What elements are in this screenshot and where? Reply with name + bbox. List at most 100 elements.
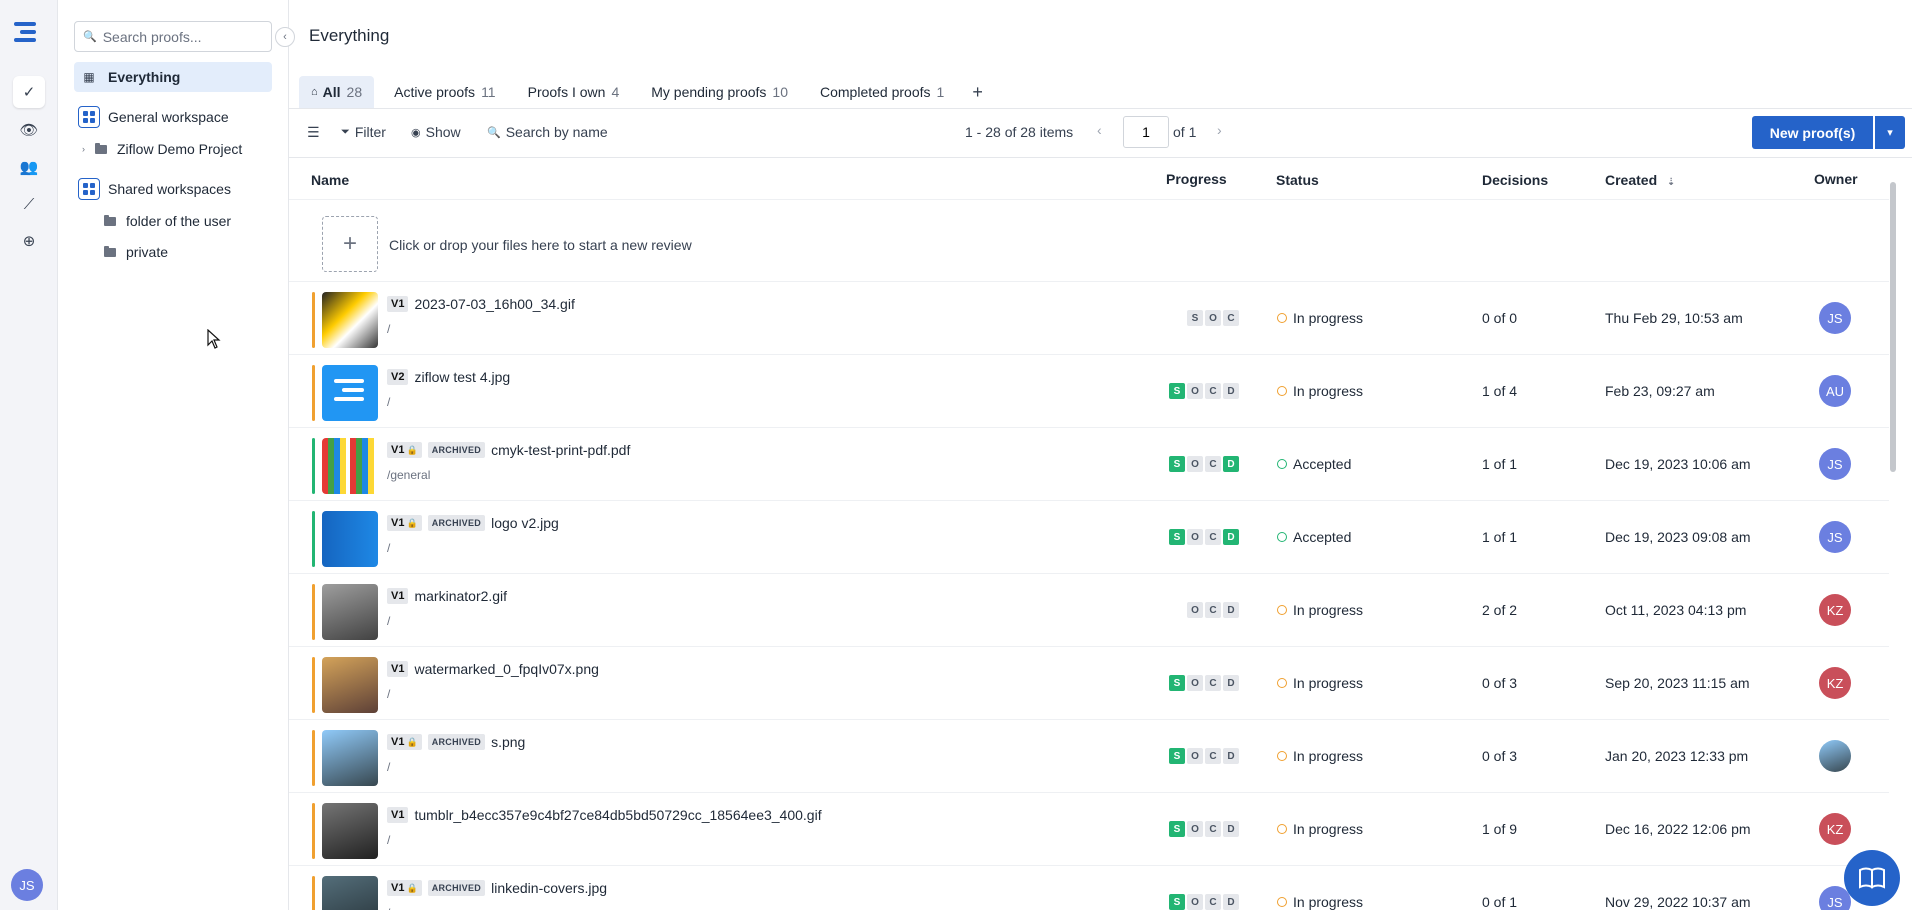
show-button[interactable]: ◉ Show bbox=[411, 124, 461, 140]
proof-name[interactable]: 2023-07-03_16h00_34.gif bbox=[414, 296, 574, 312]
new-proof-dropdown-icon[interactable]: ▾ bbox=[1875, 116, 1905, 149]
expand-caret-icon[interactable]: › bbox=[82, 144, 85, 154]
proof-meta: V2 ziflow test 4.jpg bbox=[387, 369, 510, 385]
tab-proofs-i-own[interactable]: Proofs I own 4 bbox=[516, 76, 632, 108]
table-row[interactable]: V1 🔒 ARCHIVED cmyk-test-print-pdf.pdf/gener… bbox=[289, 428, 1889, 501]
reports-nav-icon[interactable]: ⟋ bbox=[13, 188, 45, 220]
scrollbar-thumb[interactable] bbox=[1890, 182, 1896, 472]
table-row[interactable]: V1 2023-07-03_16h00_34.gif / S O C In progress… bbox=[289, 282, 1889, 355]
filter-button[interactable]: ⏷ Filter bbox=[341, 124, 386, 140]
version-tag: V1 🔒 bbox=[387, 880, 422, 896]
version-label: V1 bbox=[391, 882, 405, 894]
column-created[interactable]: Created ⇣ bbox=[1605, 172, 1675, 188]
proof-thumbnail[interactable] bbox=[322, 438, 378, 494]
proof-meta: V1 🔒 ARCHIVED s.png bbox=[387, 734, 525, 750]
proof-name[interactable]: s.png bbox=[491, 734, 525, 750]
column-decisions[interactable]: Decisions bbox=[1482, 172, 1548, 188]
column-owner[interactable]: Owner bbox=[1814, 171, 1858, 187]
upload-dropzone[interactable]: + Click or drop your files here to start… bbox=[289, 200, 1889, 282]
proof-thumbnail[interactable] bbox=[322, 584, 378, 640]
owner-avatar[interactable]: JS bbox=[1819, 448, 1851, 480]
sidebar-item-general-workspace[interactable]: General workspace bbox=[74, 102, 272, 132]
column-name[interactable]: Name bbox=[311, 172, 349, 188]
table-row[interactable]: V1 watermarked_0_fpqIv07x.png / S O C D In prog… bbox=[289, 647, 1889, 720]
proof-name[interactable]: logo v2.jpg bbox=[491, 515, 559, 531]
status-text: In progress bbox=[1293, 310, 1364, 326]
sidebar-item-folder-of-the-user[interactable]: folder of the user bbox=[104, 206, 302, 236]
next-page-icon[interactable]: › bbox=[1217, 122, 1222, 138]
add-circle-icon[interactable]: ⊕ bbox=[13, 225, 45, 257]
progress-indicator: SOCD bbox=[1165, 821, 1239, 837]
owner-avatar[interactable]: KZ bbox=[1819, 667, 1851, 699]
proof-name[interactable]: tumblr_b4ecc357e9c4bf27ce84db5bd50729cc_… bbox=[414, 807, 821, 823]
proofs-nav-icon[interactable]: ✓ bbox=[13, 76, 45, 108]
column-status[interactable]: Status bbox=[1276, 172, 1319, 188]
proof-path: / bbox=[387, 322, 391, 336]
tab-count: 4 bbox=[611, 84, 620, 100]
proof-thumbnail[interactable] bbox=[322, 657, 378, 713]
scrollbar[interactable] bbox=[1888, 170, 1898, 910]
list-view-icon[interactable]: ☰ bbox=[307, 124, 320, 141]
owner-avatar[interactable]: AU bbox=[1819, 375, 1851, 407]
status-cell: In progress bbox=[1277, 383, 1363, 399]
prev-page-icon[interactable]: ‹ bbox=[1097, 122, 1102, 138]
proof-thumbnail[interactable] bbox=[322, 292, 378, 348]
owner-avatar[interactable]: KZ bbox=[1819, 813, 1851, 845]
page-number-input[interactable] bbox=[1123, 116, 1169, 148]
proof-name[interactable]: linkedin-covers.jpg bbox=[491, 880, 607, 896]
tab-completed-proofs[interactable]: Completed proofs 1 bbox=[808, 76, 956, 108]
proof-name[interactable]: ziflow test 4.jpg bbox=[414, 369, 510, 385]
proof-name[interactable]: cmyk-test-print-pdf.pdf bbox=[491, 442, 630, 458]
proof-name[interactable]: markinator2.gif bbox=[414, 588, 507, 604]
proof-thumbnail[interactable] bbox=[322, 876, 378, 910]
owner-avatar[interactable]: JS bbox=[1819, 521, 1851, 553]
table-row[interactable]: V2 ziflow test 4.jpg / S O C D In progress 1 of … bbox=[289, 355, 1889, 428]
table-row[interactable]: V1 🔒 ARCHIVED s.png / S O C D In progress 0 of 3 Ja… bbox=[289, 720, 1889, 793]
decisions-cell: 1 of 9 bbox=[1482, 821, 1518, 837]
table-row[interactable]: V1 tumblr_b4ecc357e9c4bf27ce84db5bd50729c… bbox=[289, 793, 1889, 866]
proof-thumbnail[interactable] bbox=[322, 730, 378, 786]
progress-step: C bbox=[1205, 821, 1221, 837]
contacts-nav-icon[interactable]: 👥 bbox=[13, 151, 45, 183]
column-progress[interactable]: Progress bbox=[1166, 171, 1227, 187]
progress-indicator: SOCD bbox=[1165, 456, 1239, 472]
progress-indicator: SOCD bbox=[1165, 748, 1239, 764]
proof-path: / bbox=[387, 541, 391, 555]
proof-tabs: ⌂ All 28 Active proofs 11 Proofs I own 4… bbox=[299, 75, 991, 109]
status-bar bbox=[312, 365, 315, 421]
tab-my-pending-proofs[interactable]: My pending proofs 10 bbox=[639, 76, 800, 108]
proof-thumbnail[interactable] bbox=[322, 511, 378, 567]
search-by-name-button[interactable]: 🔍 Search by name bbox=[487, 124, 608, 140]
tab-all[interactable]: ⌂ All 28 bbox=[299, 76, 375, 108]
sidebar-item-ziflow-demo-project[interactable]: › Ziflow Demo Project bbox=[82, 134, 280, 164]
ziflow-logo[interactable] bbox=[14, 22, 42, 50]
search-proofs-field[interactable]: 🔍 bbox=[74, 21, 272, 52]
proof-thumbnail[interactable] bbox=[322, 803, 378, 859]
status-bar bbox=[312, 657, 315, 713]
proof-name[interactable]: watermarked_0_fpqIv07x.png bbox=[414, 661, 598, 677]
user-avatar[interactable]: JS bbox=[11, 869, 43, 901]
table-row[interactable]: V1 🔒 ARCHIVED logo v2.jpg / S O C D Accepted 1 of … bbox=[289, 501, 1889, 574]
owner-avatar[interactable] bbox=[1819, 740, 1851, 772]
owner-avatar[interactable]: JS bbox=[1819, 302, 1851, 334]
table-row[interactable]: V1 markinator2.gif / O C D In progress 2 of 2 Oc… bbox=[289, 574, 1889, 647]
progress-step: S bbox=[1169, 675, 1185, 691]
add-tab-button[interactable]: + bbox=[964, 82, 991, 103]
reviews-nav-icon[interactable]: 👁 bbox=[13, 114, 45, 146]
table-header: Name Progress Status Decisions Created ⇣… bbox=[289, 158, 1889, 200]
table-row[interactable]: V1🔒 ARCHIVED linkedin-covers.jpg / SOCD In pr… bbox=[289, 866, 1889, 910]
sidebar-item-private[interactable]: private bbox=[104, 237, 302, 267]
tab-active-proofs[interactable]: Active proofs 11 bbox=[382, 76, 507, 108]
version-tag: V1 🔒 bbox=[387, 515, 422, 531]
new-proof-button[interactable]: New proof(s) bbox=[1752, 116, 1873, 149]
search-proofs-input[interactable] bbox=[102, 28, 263, 45]
sort-icon[interactable]: ⇣ bbox=[1667, 177, 1675, 188]
sidebar-item-everything[interactable]: ▦ Everything bbox=[74, 62, 272, 92]
proof-thumbnail[interactable] bbox=[322, 365, 378, 421]
owner-avatar[interactable]: KZ bbox=[1819, 594, 1851, 626]
help-book-icon[interactable] bbox=[1844, 850, 1900, 906]
workspace-icon bbox=[78, 106, 100, 128]
sidebar-item-shared-workspaces[interactable]: Shared workspaces bbox=[74, 174, 272, 204]
plus-icon[interactable]: + bbox=[322, 216, 378, 272]
items-summary: 1 - 28 of 28 items bbox=[965, 124, 1074, 140]
